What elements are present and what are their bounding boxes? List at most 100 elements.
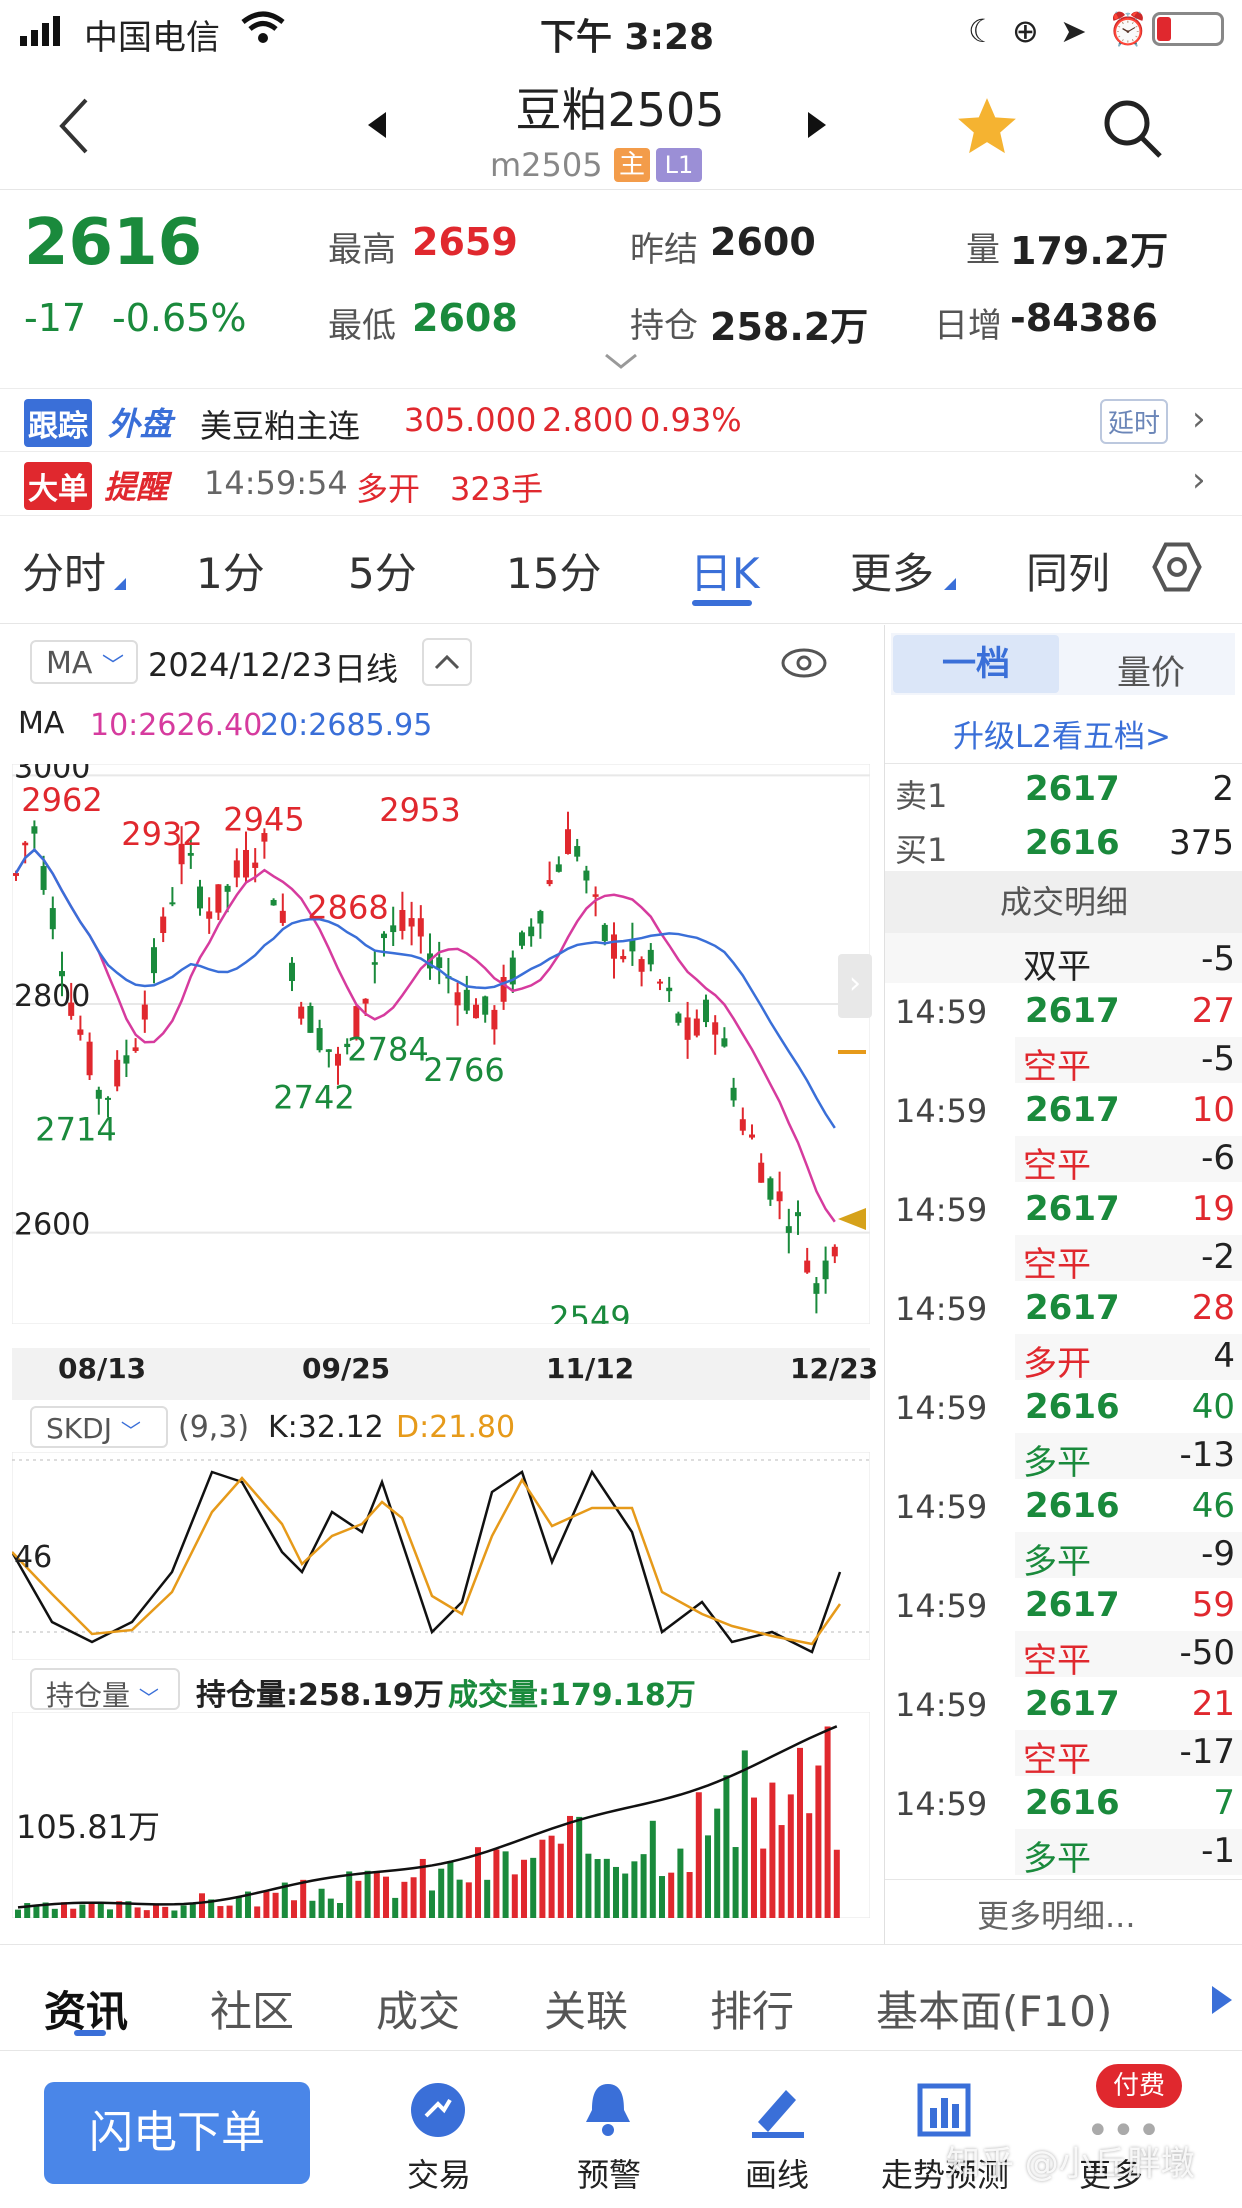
volume-bar — [327, 1898, 334, 1918]
l1-badge: L1 — [656, 148, 702, 182]
nav-trade-label[interactable]: 交易 — [364, 2150, 514, 2196]
eye-icon[interactable] — [780, 646, 828, 684]
alert-action: 多开 — [356, 470, 421, 508]
back-icon[interactable] — [56, 96, 92, 160]
volume-bar — [171, 1910, 178, 1918]
tab-volume-price[interactable]: 量价 — [1117, 645, 1185, 694]
candle-body — [279, 910, 286, 923]
candle-body — [114, 1059, 121, 1087]
next-contract-icon[interactable] — [806, 112, 826, 142]
price-annotation: 2945 — [223, 800, 304, 838]
scroll-right-icon[interactable] — [1212, 1986, 1232, 2014]
volume-bar — [199, 1893, 205, 1918]
draw-pen-icon[interactable] — [748, 2080, 808, 2144]
tab-more[interactable]: 更多 — [850, 540, 934, 601]
tab-trades[interactable]: 成交 — [376, 1978, 460, 2039]
trade-count: -5 — [1201, 1039, 1235, 1079]
search-icon[interactable] — [1100, 96, 1166, 166]
more-details-link[interactable]: 更多明细... — [977, 1891, 1136, 1937]
flash-order-button[interactable]: 闪电下单 — [44, 2082, 310, 2184]
tab-5min[interactable]: 5分 — [348, 540, 417, 601]
settings-hex-icon[interactable] — [1150, 540, 1204, 598]
chart-expand-handle-icon[interactable]: › — [838, 954, 872, 1018]
candle-body — [270, 899, 277, 906]
tab-timeshare[interactable]: 分时 — [22, 540, 106, 601]
volume-bar — [631, 1861, 638, 1918]
tab-level1[interactable]: 一档 — [893, 635, 1059, 693]
candle-body — [721, 1038, 728, 1047]
trade-icon[interactable] — [410, 2082, 466, 2142]
candle-body — [528, 926, 535, 937]
price-annotation: 2953 — [379, 791, 460, 829]
tab-1min[interactable]: 1分 — [196, 540, 265, 601]
volume-bar — [355, 1880, 362, 1918]
track-badge: 跟踪 — [24, 399, 92, 447]
trade-count: -50 — [1179, 1633, 1235, 1673]
volume-bar — [613, 1866, 619, 1918]
volume-bar — [189, 1902, 196, 1918]
track-change: 2.800 — [542, 401, 634, 439]
ma-select[interactable]: MA ﹀ — [30, 640, 138, 684]
trade-price: 2616 — [1025, 1783, 1120, 1823]
upgrade-l2-link[interactable]: 升级L2看五档> — [953, 711, 1171, 756]
price-change-pct: -0.65% — [112, 296, 247, 340]
track-row[interactable]: 跟踪 外盘 美豆粕主连 305.000 2.800 0.93% 延时 › — [0, 388, 1242, 452]
tab-community[interactable]: 社区 — [210, 1978, 294, 2039]
candle-body — [224, 885, 231, 892]
oi-select[interactable]: 持仓量 ﹀ — [30, 1668, 180, 1712]
open-interest-value: 258.2万 — [710, 305, 869, 349]
bell-icon[interactable] — [580, 2080, 636, 2144]
volume-bar — [695, 1792, 702, 1918]
track-arrow-icon: › — [1192, 399, 1206, 439]
prev-contract-icon[interactable] — [368, 112, 388, 142]
volume-bar — [539, 1839, 546, 1918]
tab-daily-k[interactable]: 日K — [690, 540, 760, 601]
trade-time: 14:59 — [895, 993, 988, 1031]
candle-body — [289, 962, 295, 982]
tab-same-column[interactable]: 同列 — [1026, 540, 1110, 601]
kdj-chart[interactable] — [12, 1452, 870, 1660]
alert-qty: 323手 — [450, 470, 544, 508]
candle-body — [160, 916, 167, 934]
tab-15min[interactable]: 15分 — [506, 540, 601, 601]
nav-draw-label[interactable]: 画线 — [702, 2150, 852, 2196]
price-annotation: 2766 — [423, 1051, 504, 1089]
status-bar: 中国电信 下午 3:28 ☾ ⊕ ➤ ⏰ — [0, 0, 1242, 60]
volume-bar — [594, 1859, 601, 1918]
foreign-market-label: 外盘 — [108, 405, 173, 443]
volume-bar — [153, 1903, 159, 1918]
volume-bar — [567, 1815, 573, 1918]
candle-body — [758, 1162, 765, 1183]
trade-price: 2617 — [1025, 1090, 1120, 1130]
kdj-select[interactable]: SKDJ ﹀ — [30, 1406, 168, 1448]
battery-icon — [1152, 12, 1224, 46]
collapse-up-icon[interactable] — [422, 638, 472, 686]
trade-count: -2 — [1201, 1237, 1235, 1277]
trade-list: 双平 -5 14:59 2617 27 空平 -5 14:59 2617 10 空平 -6 14:5… — [885, 933, 1242, 1879]
expand-chevron-icon[interactable] — [604, 352, 638, 374]
candle-body — [59, 971, 65, 977]
trade-type: 空平 — [1023, 1641, 1091, 1681]
candle-body — [647, 949, 654, 965]
trade-price: 2617 — [1025, 1684, 1120, 1724]
forecast-icon[interactable] — [916, 2082, 972, 2142]
tab-ranking[interactable]: 排行 — [710, 1978, 794, 2039]
trade-time: 14:59 — [895, 1092, 988, 1130]
nav-alert-label[interactable]: 预警 — [534, 2150, 684, 2196]
candle-body — [13, 873, 19, 876]
volume-bar — [226, 1905, 233, 1918]
candle-body — [749, 1134, 755, 1138]
trade-volume: 7 — [1213, 1783, 1235, 1823]
volume-bar — [180, 1905, 187, 1918]
rotation-lock-icon: ⊕ — [1012, 12, 1039, 50]
tab-fundamentals[interactable]: 基本面(F10) — [876, 1978, 1112, 2039]
price-annotation: 2868 — [307, 888, 388, 926]
volume-bar — [705, 1835, 711, 1918]
tab-related[interactable]: 关联 — [544, 1978, 628, 2039]
volume-bar — [79, 1904, 86, 1918]
star-icon[interactable] — [954, 94, 1020, 164]
candlestick-chart[interactable]: 30002800260029622932 2945 2953286827142742… — [12, 764, 870, 1324]
kdj-k-value: K:32.12 — [268, 1410, 384, 1445]
volume-bar — [585, 1853, 592, 1918]
alert-row[interactable]: 大单 提醒 14:59:54 多开 323手 › — [0, 452, 1242, 516]
